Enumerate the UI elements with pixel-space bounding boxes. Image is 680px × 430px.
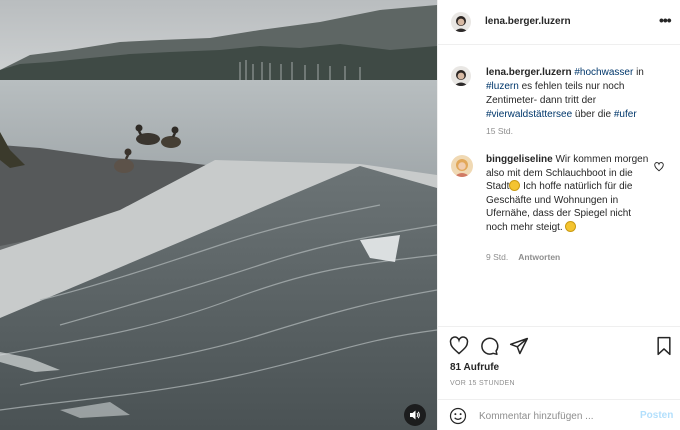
- hashtag-link[interactable]: #hochwasser: [574, 67, 633, 78]
- flood-scene-image: [0, 0, 437, 430]
- caption-username[interactable]: lena.berger.luzern: [486, 67, 572, 78]
- like-comment-heart-icon[interactable]: [654, 159, 664, 177]
- grimace-emoji-icon: [565, 220, 577, 232]
- instagram-post: lena.berger.luzern ••• lena.berger.luzer…: [0, 0, 680, 430]
- more-horizontal-icon[interactable]: •••: [659, 13, 672, 27]
- caption-timestamp: 15 Std.: [486, 126, 513, 136]
- comment-text: binggeliseline Wir kommen morgen also mi…: [486, 153, 651, 234]
- author-avatar[interactable]: [451, 12, 471, 32]
- add-comment-row: Posten: [438, 399, 680, 430]
- post-header: lena.berger.luzern •••: [438, 0, 680, 45]
- share-icon[interactable]: [509, 336, 529, 361]
- caption-author-avatar[interactable]: [451, 66, 471, 86]
- author-username[interactable]: lena.berger.luzern: [485, 16, 571, 27]
- caption-segment: in: [633, 67, 644, 78]
- heart-icon[interactable]: [449, 336, 469, 361]
- post-sidebar: lena.berger.luzern ••• lena.berger.luzer…: [437, 0, 680, 430]
- laughing-emoji-icon: [509, 180, 521, 191]
- action-icons: [449, 336, 529, 361]
- post-comment-button[interactable]: Posten: [640, 410, 673, 421]
- view-count[interactable]: 81 Aufrufe: [450, 362, 499, 373]
- emoji-picker-icon[interactable]: [449, 407, 467, 430]
- commenter-username[interactable]: binggeliseline: [486, 154, 553, 165]
- post-actions: 81 Aufrufe VOR 15 STUNDEN Posten: [438, 326, 680, 430]
- post-video[interactable]: [0, 0, 437, 430]
- hashtag-link[interactable]: #ufer: [614, 109, 637, 120]
- comment-timestamp: 9 Std.: [486, 252, 509, 262]
- speaker-icon: [410, 410, 420, 420]
- caption-text: lena.berger.luzern #hochwasser in #luzer…: [486, 66, 676, 122]
- reply-button[interactable]: Antworten: [518, 252, 560, 262]
- caption-segment: über die: [572, 109, 614, 120]
- hashtag-link[interactable]: #vierwaldstättersee: [486, 109, 572, 120]
- comment-input[interactable]: [479, 408, 629, 424]
- comment-icon[interactable]: [479, 336, 499, 361]
- post-timestamp: VOR 15 STUNDEN: [450, 380, 515, 387]
- bookmark-icon[interactable]: [654, 336, 674, 361]
- comment-meta: 9 Std. Antworten: [486, 252, 560, 262]
- sound-toggle-button[interactable]: [404, 404, 426, 426]
- commenter-avatar[interactable]: [451, 155, 473, 177]
- hashtag-link[interactable]: #luzern: [486, 81, 519, 92]
